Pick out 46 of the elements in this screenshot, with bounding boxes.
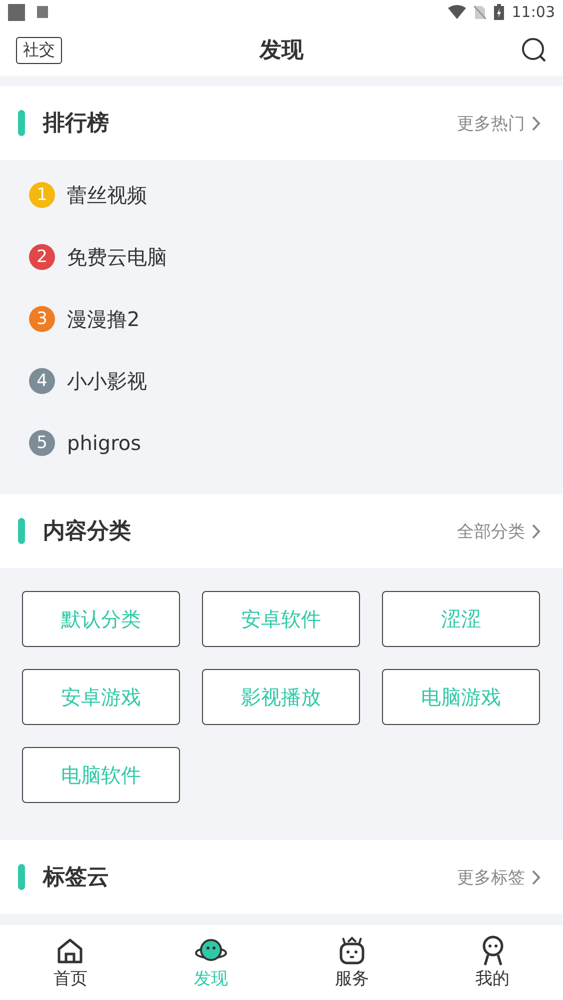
ranking-item[interactable]: phigros — [67, 431, 142, 455]
rank-badge: 3 — [29, 306, 55, 332]
clock: 11:03 — [512, 3, 555, 21]
tab-bar-item[interactable]: 服务 — [282, 925, 422, 1000]
chevron-right-icon — [531, 114, 541, 132]
category-button[interactable]: 安卓软件 — [202, 591, 360, 647]
accent-bar — [18, 110, 25, 136]
no-sim-icon — [474, 4, 486, 20]
ranking-item[interactable]: 蕾丝视频 — [67, 182, 147, 208]
rank-badge: 5 — [29, 430, 55, 456]
notification-icon — [8, 4, 25, 20]
category-button[interactable]: 默认分类 — [22, 591, 180, 647]
category-button[interactable]: 电脑游戏 — [382, 669, 540, 725]
section-title: 标签云 — [43, 864, 109, 892]
category-button[interactable]: 安卓游戏 — [22, 669, 180, 725]
accent-bar — [18, 518, 25, 544]
ranking-item[interactable]: 小小影视 — [67, 368, 147, 394]
tab-bar-item[interactable]: 我的 — [422, 925, 563, 1000]
chevron-right-icon — [531, 522, 541, 540]
rank-badge: 1 — [29, 182, 55, 208]
person-icon — [482, 936, 503, 967]
rank-badge: 4 — [29, 368, 55, 394]
accent-bar — [18, 864, 25, 890]
more-link[interactable]: 全部分类 — [457, 520, 525, 542]
page-title: 发现 — [260, 38, 304, 63]
section-title: 内容分类 — [43, 518, 131, 546]
social-button[interactable]: 社交 — [16, 36, 62, 64]
battery-icon — [494, 4, 504, 20]
ranking-item[interactable]: 漫漫撸2 — [67, 306, 140, 332]
rank-badge: 2 — [29, 244, 55, 270]
ranking-item[interactable]: 免费云电脑 — [67, 244, 167, 270]
wifi-icon — [448, 5, 466, 19]
category-button[interactable]: 影视播放 — [202, 669, 360, 725]
chevron-right-icon — [531, 868, 541, 886]
tab-bar-item[interactable]: 首页 — [0, 925, 141, 1000]
home-icon — [58, 939, 83, 964]
search-icon[interactable] — [521, 37, 547, 63]
category-button[interactable]: 涩涩 — [382, 591, 540, 647]
section-title: 排行榜 — [43, 110, 109, 138]
notification-icon — [37, 6, 48, 18]
category-button[interactable]: 电脑软件 — [22, 747, 180, 803]
tab-bar-item[interactable]: 发现 — [140, 925, 282, 1000]
more-link[interactable]: 更多热门 — [457, 112, 525, 134]
robot-icon — [340, 936, 364, 965]
more-link[interactable]: 更多标签 — [457, 866, 525, 888]
planet-icon — [195, 939, 228, 962]
